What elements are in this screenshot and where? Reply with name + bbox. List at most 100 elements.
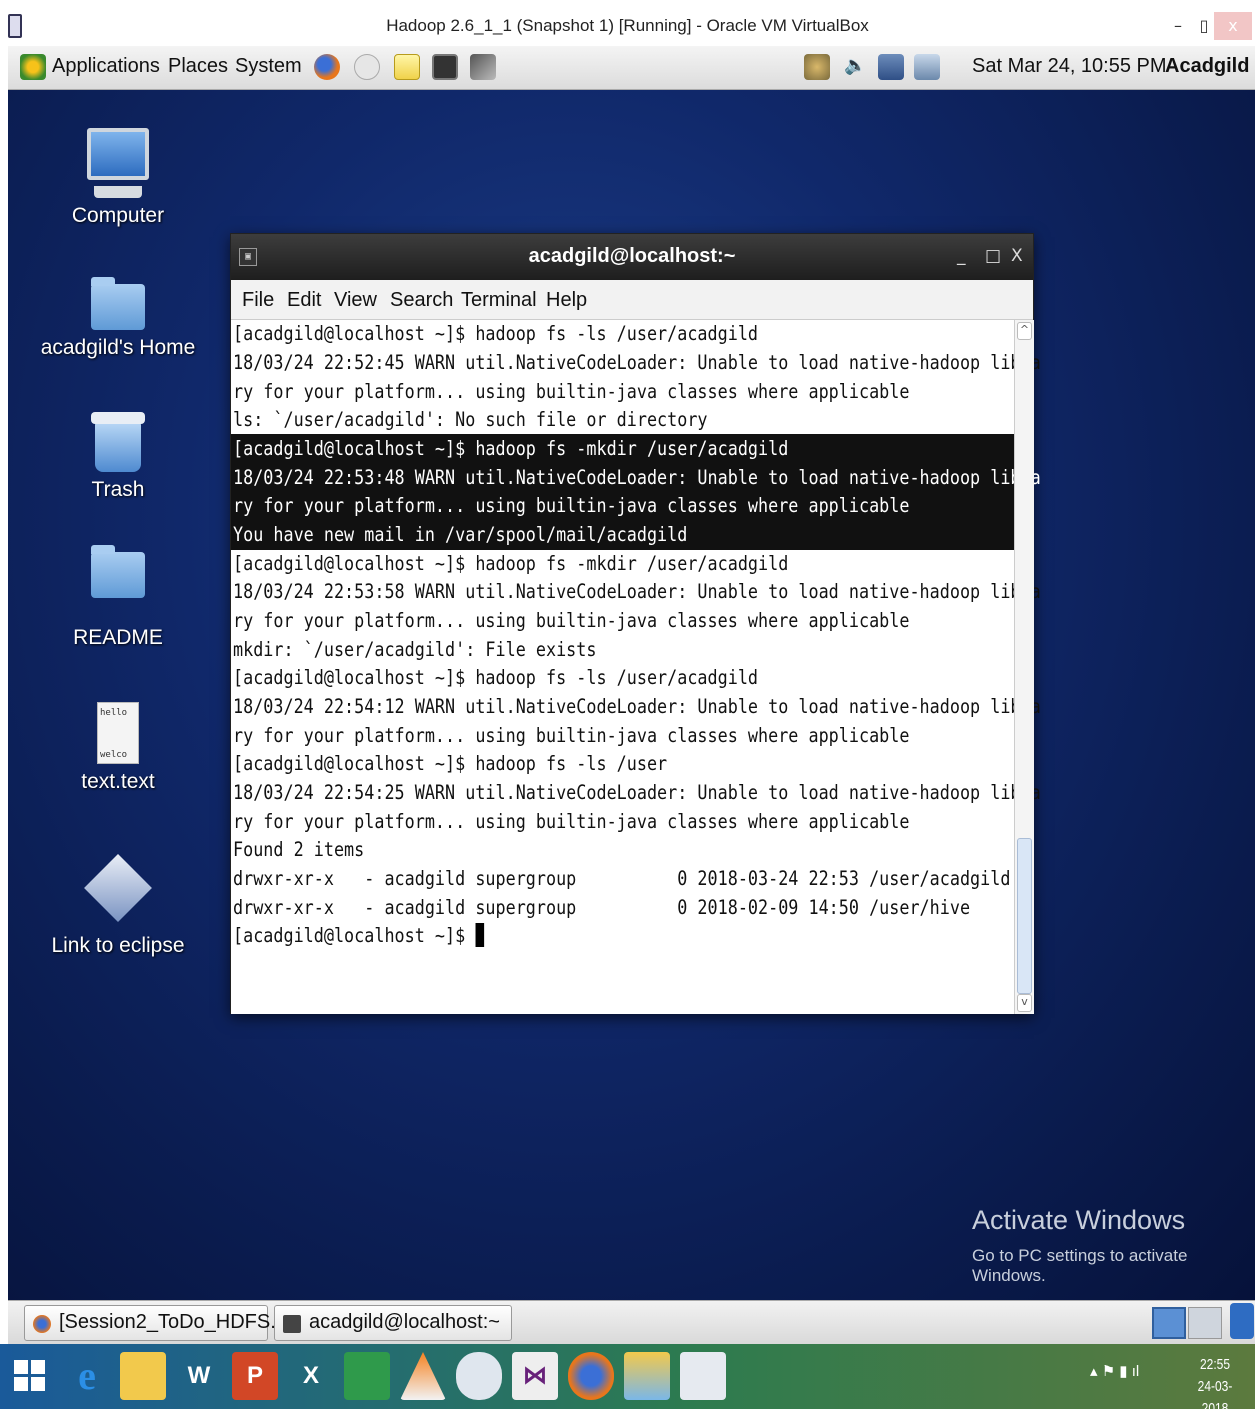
terminal-line: [acadgild@localhost ~]$ hadoop fs -ls /u… (233, 752, 668, 775)
menu-places[interactable]: Places (168, 55, 228, 78)
workspace-1[interactable] (1152, 1307, 1186, 1339)
word-icon[interactable]: W (176, 1352, 222, 1400)
terminal-line: ry for your platform... using builtin-ja… (233, 724, 910, 747)
terminal-line: Found 2 items (233, 838, 365, 861)
terminal-line: ry for your platform... using builtin-ja… (233, 810, 910, 833)
updates-icon[interactable] (804, 54, 830, 80)
terminal-window: ▣ acadgild@localhost:~ _ □ X File Edit V… (230, 233, 1041, 1014)
clock-time: 22:55 (1199, 1356, 1231, 1373)
terminal-scrollbar[interactable]: ^ v (1014, 320, 1034, 1014)
vlc-icon[interactable] (400, 1352, 446, 1400)
menu-applications[interactable]: Applications (52, 55, 160, 78)
scroll-down-icon[interactable]: v (1017, 994, 1032, 1012)
visual-studio-icon[interactable]: ⋈ (512, 1352, 558, 1400)
menu-edit[interactable]: Edit (287, 289, 321, 312)
task-button-session2[interactable]: [Session2_ToDo_HDFS... (24, 1305, 287, 1341)
windows-clock[interactable]: 22:55 24-03-2018 (1189, 1354, 1242, 1409)
workspace-2[interactable] (1188, 1307, 1222, 1339)
desktop-icon-label: Trash (91, 478, 145, 501)
computer-icon (87, 128, 149, 180)
trash-icon (91, 412, 145, 472)
firefox-icon (33, 1315, 51, 1333)
desktop-icon-eclipse-link[interactable]: Link to eclipse (18, 850, 218, 958)
terminal-line: [acadgild@localhost ~]$ hadoop fs -mkdir… (233, 437, 789, 460)
menu-system[interactable]: System (235, 55, 302, 78)
text-editor-icon[interactable] (394, 54, 420, 80)
terminal-line: 18/03/24 22:53:48 WARN util.NativeCodeLo… (233, 466, 1041, 489)
scroll-up-icon[interactable]: ^ (1017, 322, 1032, 340)
watermark-subtitle: Go to PC settings to activate Windows. (972, 1246, 1188, 1285)
shield-app-icon[interactable] (680, 1352, 726, 1400)
terminal-maximize-button[interactable]: □ (985, 246, 1001, 266)
terminal-line: [acadgild@localhost ~]$ hadoop fs -ls /u… (233, 666, 759, 689)
eclipse-link-icon (84, 854, 152, 922)
clipboard-icon[interactable] (914, 54, 940, 80)
volume-icon[interactable]: 🔈 (844, 55, 866, 76)
file-explorer-icon[interactable] (120, 1352, 166, 1400)
gnome-top-panel: Applications Places System 🔈 Sat Mar 24,… (8, 46, 1255, 90)
windows-taskbar: e W P X ⋈ ▴ ⚑ ▮ ıl 22:55 24-03-2018 (0, 1344, 1255, 1409)
close-button[interactable]: x (1214, 12, 1252, 40)
menu-terminal[interactable]: Terminal (461, 289, 537, 312)
terminal-line: mkdir: `/user/acadgild': File exists (233, 638, 597, 661)
panel-clock[interactable]: Sat Mar 24, 10:55 PM (972, 55, 1167, 78)
desktop-icon-textfile[interactable]: hello welco text.text (18, 702, 218, 794)
trash-applet-icon[interactable] (1230, 1303, 1254, 1339)
desktop-icon-trash[interactable]: Trash (18, 408, 218, 502)
system-tray-icons[interactable]: ▴ ⚑ ▮ ıl (1090, 1362, 1139, 1380)
clock-date: 24-03-2018 (1197, 1378, 1233, 1409)
terminal-icon[interactable] (432, 54, 458, 80)
terminal-line: ry for your platform... using builtin-ja… (233, 494, 910, 517)
applications-icon (20, 54, 46, 80)
desktop-icon-computer[interactable]: Computer (18, 128, 218, 228)
desktop-icon-label: Link to eclipse (51, 934, 185, 957)
scrollbar-thumb[interactable] (1017, 838, 1032, 994)
menu-view[interactable]: View (334, 289, 377, 312)
terminal-line: 18/03/24 22:53:58 WARN util.NativeCodeLo… (233, 580, 1041, 603)
terminal-line: You have new mail in /var/spool/mail/aca… (233, 523, 688, 546)
terminal-titlebar[interactable]: ▣ acadgild@localhost:~ _ □ X (231, 234, 1033, 280)
desktop-icon-home[interactable]: acadgild's Home (18, 274, 218, 360)
panel-user[interactable]: Acadgild (1165, 55, 1249, 78)
text-cursor (475, 923, 484, 947)
text-file-icon: hello welco (97, 702, 139, 764)
tools-icon[interactable] (624, 1352, 670, 1400)
internet-explorer-icon[interactable]: e (64, 1352, 110, 1400)
terminal-icon (283, 1315, 301, 1333)
virtualbox-taskbar-icon[interactable] (456, 1352, 502, 1400)
menu-help[interactable]: Help (546, 289, 587, 312)
terminal-output[interactable]: [acadgild@localhost ~]$ hadoop fs -ls /u… (231, 320, 1041, 1014)
terminal-close-button[interactable]: X (1011, 246, 1023, 266)
excel-icon[interactable]: X (288, 1352, 334, 1400)
cropped-document-text (0, 0, 1255, 8)
desktop-icon-label: Computer (71, 204, 165, 227)
terminal-line: drwxr-xr-x - acadgild supergroup 0 2018-… (233, 896, 971, 919)
firefox-icon[interactable] (314, 54, 340, 80)
store-icon[interactable] (344, 1352, 390, 1400)
terminal-prompt: [acadgild@localhost ~]$ (233, 924, 476, 947)
task-button-terminal[interactable]: acadgild@localhost:~ (274, 1305, 512, 1341)
menu-file[interactable]: File (242, 289, 274, 312)
menu-search[interactable]: Search (390, 289, 453, 312)
desktop-icon-label: README (73, 626, 163, 649)
desktop-icon-label: acadgild's Home (40, 336, 196, 359)
task-label: [Session2_ToDo_HDFS... (59, 1311, 287, 1333)
terminal-line: 18/03/24 22:52:45 WARN util.NativeCodeLo… (233, 351, 1041, 374)
terminal-line: drwxr-xr-x - acadgild supergroup 0 2018-… (233, 867, 1011, 890)
terminal-menubar: File Edit View Search Terminal Help (231, 280, 1033, 320)
terminal-title: acadgild@localhost:~ (528, 245, 736, 267)
folder-icon (91, 545, 145, 598)
terminal-line: ry for your platform... using builtin-ja… (233, 609, 910, 632)
desktop-icon-label: text.text (81, 770, 155, 793)
powerpoint-icon[interactable]: P (232, 1352, 278, 1400)
windows-start-icon[interactable] (14, 1360, 46, 1392)
network-icon[interactable] (878, 54, 904, 80)
terminal-minimize-button[interactable]: _ (957, 246, 966, 266)
terminal-line: 18/03/24 22:54:25 WARN util.NativeCodeLo… (233, 781, 1041, 804)
desktop-icon-readme[interactable]: README (18, 545, 218, 650)
mail-icon[interactable] (354, 54, 380, 80)
activate-windows-watermark: Activate Windows Go to PC settings to ac… (972, 1205, 1255, 1286)
screenshot-icon[interactable] (470, 54, 496, 80)
firefox-taskbar-icon[interactable] (568, 1352, 614, 1400)
home-folder-icon (91, 277, 145, 330)
